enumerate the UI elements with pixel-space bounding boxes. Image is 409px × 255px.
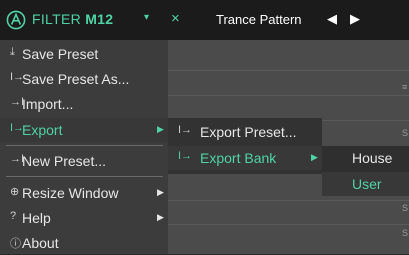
menu-item-export-bank[interactable]: I→ Export Bank ▶ [168, 146, 322, 170]
menu-item-export-preset[interactable]: I→ Export Preset... [168, 120, 322, 144]
menu-item-label: User [352, 176, 382, 192]
menu-item-bank-user[interactable]: User [322, 172, 409, 196]
row-letter: S [402, 228, 409, 238]
row-letter: ≡ [402, 82, 408, 92]
preset-menu: ⤓ Save Preset I→ Save Preset As... →I Im… [0, 40, 168, 254]
plugin-name[interactable]: FILTER M12 [32, 11, 113, 27]
menu-item-import[interactable]: →I Import... [0, 92, 168, 116]
menu-item-bank-house[interactable]: House [322, 146, 409, 170]
menu-item-label: Save Preset [22, 46, 99, 62]
menu-divider [6, 176, 163, 177]
menu-item-label: Export [22, 122, 63, 138]
menu-item-export[interactable]: I→ Export ▶ [0, 118, 168, 142]
next-preset-icon[interactable]: ▶ [350, 11, 360, 27]
row-divider [168, 200, 409, 201]
menu-item-save-preset[interactable]: ⤓ Save Preset [0, 42, 168, 66]
brand-prefix: FILTER [32, 11, 81, 27]
menu-item-label: New Preset... [22, 153, 107, 169]
menu-item-label: Help [22, 210, 51, 226]
bank-submenu: House User [322, 146, 409, 196]
menu-item-label: Export Preset... [200, 124, 297, 140]
menu-item-new-preset[interactable]: →I New Preset... [0, 149, 168, 173]
row-letter: S [402, 203, 409, 213]
menu-item-label: Resize Window [22, 185, 119, 201]
export-arrow-icon: I→ [178, 124, 193, 136]
menu-item-save-preset-as[interactable]: I→ Save Preset As... [0, 67, 168, 91]
menu-item-about[interactable]: ⓘ About [0, 231, 168, 255]
row-letter: S [402, 128, 409, 138]
top-bar: FILTER M12 ▾ × Trance Pattern ◀ ▶ [0, 0, 409, 40]
submenu-arrow-icon: ▶ [311, 152, 318, 162]
close-icon[interactable]: × [171, 10, 180, 27]
caret-down-icon[interactable]: ▾ [144, 12, 149, 23]
submenu-arrow-icon: ▶ [157, 187, 164, 197]
submenu-arrow-icon: ▶ [157, 212, 164, 222]
arturia-logo-icon [6, 10, 26, 30]
row-divider [168, 70, 409, 71]
menu-item-label: Import... [22, 96, 74, 112]
menu-item-help[interactable]: ? Help ▶ [0, 206, 168, 230]
row-divider [168, 95, 409, 96]
submenu-arrow-icon: ▶ [157, 124, 164, 134]
previous-preset-icon[interactable]: ◀ [327, 11, 337, 27]
menu-item-label: Save Preset As... [22, 71, 130, 87]
menu-item-label: Export Bank [200, 150, 277, 166]
brand-model: M12 [85, 11, 114, 27]
export-submenu: I→ Export Preset... I→ Export Bank ▶ [168, 118, 322, 174]
pattern-name[interactable]: Trance Pattern [216, 12, 302, 27]
export-arrow-icon: I→ [178, 150, 193, 162]
row-divider [168, 224, 409, 225]
menu-item-resize-window[interactable]: ⊕ Resize Window ▶ [0, 181, 168, 205]
menu-divider [6, 145, 163, 146]
menu-item-label: House [352, 150, 393, 166]
menu-item-label: About [22, 235, 59, 251]
